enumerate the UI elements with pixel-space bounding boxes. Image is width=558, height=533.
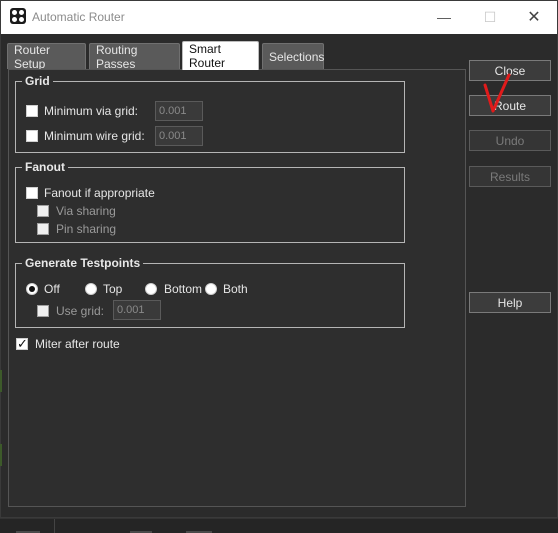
close-window-button[interactable]: ✕ xyxy=(511,1,557,33)
testpoints-legend: Generate Testpoints xyxy=(25,256,141,270)
via-sharing-checkbox[interactable] xyxy=(37,205,49,217)
min-wire-grid-input[interactable]: 0.001 xyxy=(155,126,203,146)
use-grid-label: Use grid: xyxy=(56,304,105,318)
pin-sharing-checkbox[interactable] xyxy=(37,223,49,235)
testpoint-off-label: Off xyxy=(44,282,60,296)
testpoint-both-label: Both xyxy=(223,282,248,296)
help-button[interactable]: Help xyxy=(469,292,551,313)
use-grid-checkbox[interactable] xyxy=(37,305,49,317)
pin-sharing-label: Pin sharing xyxy=(56,222,117,236)
min-via-grid-input[interactable]: 0.001 xyxy=(155,101,203,121)
min-via-grid-label: Minimum via grid: xyxy=(44,104,139,118)
background-edge-mark xyxy=(0,444,2,466)
testpoint-bottom-radio[interactable] xyxy=(145,283,157,295)
title-bar: Automatic Router — ☐ ✕ xyxy=(1,1,557,34)
min-via-grid-checkbox[interactable] xyxy=(26,105,38,117)
maximize-button[interactable]: ☐ xyxy=(467,1,513,33)
grid-legend: Grid xyxy=(25,74,50,88)
min-wire-grid-label: Minimum wire grid: xyxy=(44,129,145,143)
testpoint-both-radio[interactable] xyxy=(205,283,217,295)
miter-after-route-label: Miter after route xyxy=(35,337,120,351)
fanout-checkbox[interactable] xyxy=(26,187,38,199)
results-button[interactable]: Results xyxy=(469,166,551,187)
tab-selections[interactable]: Selections xyxy=(262,43,324,69)
fanout-label: Fanout if appropriate xyxy=(44,186,155,200)
testpoint-bottom-label: Bottom xyxy=(164,282,203,296)
undo-button[interactable]: Undo xyxy=(469,130,551,151)
miter-after-route-checkbox[interactable] xyxy=(16,336,28,352)
fanout-legend: Fanout xyxy=(25,160,65,174)
background-edge-mark xyxy=(0,370,2,392)
window-title: Automatic Router xyxy=(32,10,125,24)
via-sharing-label: Via sharing xyxy=(56,204,116,218)
smart-router-panel: Grid Minimum via grid: 0.001 Minimum wir… xyxy=(8,69,466,507)
testpoint-off-radio[interactable] xyxy=(26,283,38,295)
automatic-router-window: Automatic Router — ☐ ✕ Router Setup Rout… xyxy=(0,0,558,518)
background-strip xyxy=(0,518,558,533)
app-icon xyxy=(10,8,26,24)
tab-router-setup[interactable]: Router Setup xyxy=(7,43,86,71)
min-wire-grid-checkbox[interactable] xyxy=(26,130,38,142)
testpoint-top-radio[interactable] xyxy=(85,283,97,295)
annotation-checkmark-icon xyxy=(483,73,511,113)
use-grid-input[interactable]: 0.001 xyxy=(113,300,161,320)
tab-routing-passes[interactable]: Routing Passes xyxy=(89,43,180,71)
divider xyxy=(54,519,55,533)
tab-smart-router[interactable]: Smart Router xyxy=(182,41,259,70)
minimize-button[interactable]: — xyxy=(421,1,467,33)
testpoint-top-label: Top xyxy=(103,282,123,296)
